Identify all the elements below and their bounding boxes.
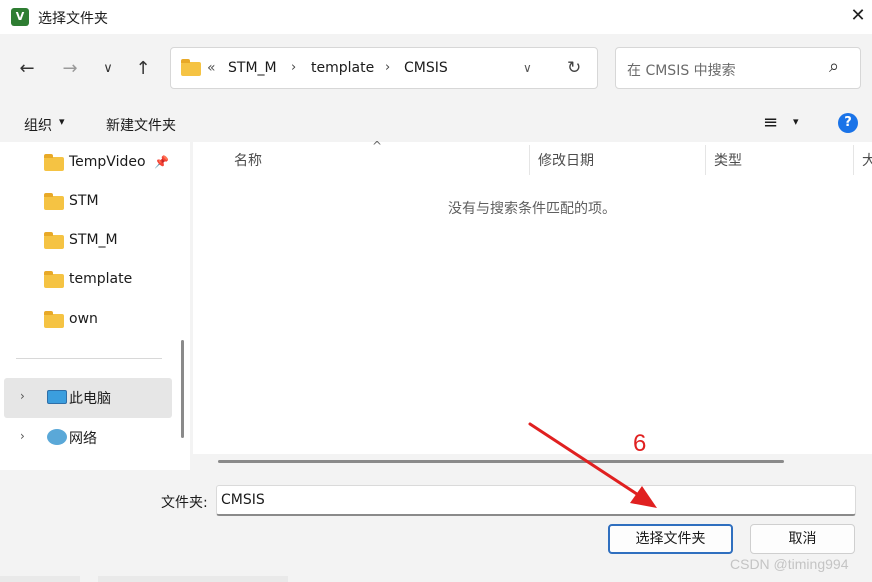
watermark: CSDN @timing994 — [730, 556, 849, 572]
annotation-step-number: 6 — [633, 430, 647, 457]
annotation-arrow — [528, 422, 657, 508]
